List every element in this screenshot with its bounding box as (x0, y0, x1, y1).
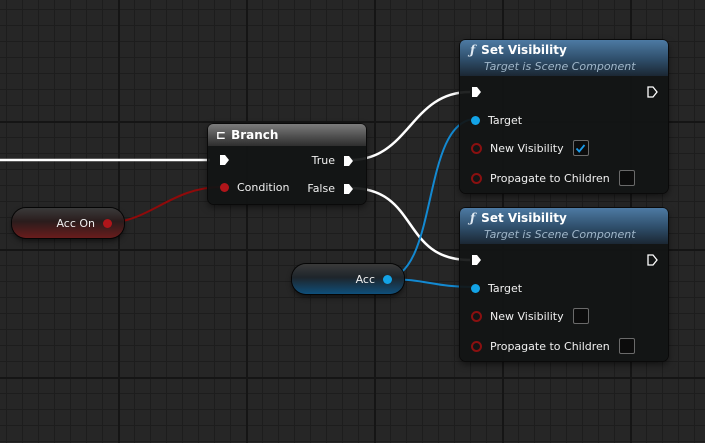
object-pin-icon[interactable] (383, 274, 392, 284)
set-visibility-node-2[interactable]: ƒ Set Visibility Target is Scene Componen… (460, 208, 668, 361)
set-visibility-2-propagate-pin[interactable]: Propagate to Children (471, 338, 635, 354)
exec-pin-icon (344, 155, 353, 166)
branch-false-pin[interactable]: False (307, 182, 354, 195)
new-visibility-label-2: New Visibility (490, 309, 564, 323)
set-visibility-title-1: Set Visibility (481, 43, 567, 57)
bool-pin-icon (220, 183, 229, 192)
set-visibility-subtitle-2: Target is Scene Component (484, 228, 636, 241)
set-visibility-header-1[interactable]: ƒ Set Visibility Target is Scene Componen… (460, 40, 668, 76)
target-label-2: Target (488, 282, 523, 295)
propagate-label-2: Propagate to Children (490, 339, 610, 353)
branch-condition-pin[interactable]: Condition (220, 181, 290, 194)
set-visibility-1-propagate-pin[interactable]: Propagate to Children (471, 170, 635, 186)
set-visibility-title-2: Set Visibility (481, 211, 567, 225)
acc-variable-node[interactable]: Acc (292, 264, 404, 294)
true-label: True (311, 154, 335, 167)
exec-pin-icon (472, 87, 481, 97)
propagate-checkbox-1[interactable] (618, 170, 635, 186)
exec-pin-icon (220, 155, 229, 165)
exec-wire-false (349, 186, 471, 262)
set-visibility-1-new-visibility-pin[interactable]: New Visibility (471, 140, 589, 156)
branch-exec-in[interactable] (219, 154, 230, 166)
new-visibility-checkbox-2[interactable] (572, 308, 589, 324)
set-visibility-1-exec-in[interactable] (471, 86, 482, 98)
false-label: False (307, 182, 335, 195)
exec-pin-out-icon (647, 86, 658, 98)
set-visibility-node-1[interactable]: ƒ Set Visibility Target is Scene Componen… (460, 40, 668, 193)
propagate-checkbox-2[interactable] (618, 338, 635, 354)
bool-pin-icon[interactable] (103, 218, 112, 228)
exec-pin-out-icon (647, 254, 658, 266)
branch-node-header[interactable]: ⊏ Branch (208, 124, 366, 146)
bool-pin-icon (471, 142, 482, 154)
set-visibility-1-target-pin[interactable]: Target (471, 114, 522, 127)
set-visibility-2-target-pin[interactable]: Target (471, 282, 522, 295)
bool-pin-icon (471, 310, 482, 322)
bool-pin-icon (471, 340, 482, 352)
propagate-label-1: Propagate to Children (490, 171, 610, 185)
branch-node-title: Branch (231, 128, 279, 142)
target-label-1: Target (488, 114, 523, 127)
set-visibility-subtitle-1: Target is Scene Component (484, 60, 636, 73)
object-pin-icon (471, 116, 480, 125)
set-visibility-2-exec-in[interactable] (471, 254, 482, 266)
acc-on-variable-node[interactable]: Acc On (12, 208, 124, 238)
exec-wire-true (349, 90, 471, 162)
function-icon: ƒ (470, 43, 476, 57)
function-icon: ƒ (470, 211, 476, 225)
new-visibility-label-1: New Visibility (490, 141, 564, 155)
branch-true-pin[interactable]: True (312, 154, 354, 167)
new-visibility-checkbox-1[interactable] (572, 140, 589, 156)
acc-label: Acc (355, 272, 375, 286)
bool-pin-icon (471, 172, 482, 184)
condition-label: Condition (237, 181, 290, 194)
set-visibility-header-2[interactable]: ƒ Set Visibility Target is Scene Componen… (460, 208, 668, 244)
set-visibility-1-exec-out[interactable] (647, 86, 658, 98)
set-visibility-2-exec-out[interactable] (647, 254, 658, 266)
set-visibility-2-new-visibility-pin[interactable]: New Visibility (471, 308, 589, 324)
branch-node[interactable]: ⊏ Branch Condition True False (208, 124, 366, 204)
exec-pin-icon (472, 255, 481, 265)
checkmark-icon (575, 143, 586, 153)
acc-on-label: Acc On (56, 216, 95, 230)
object-pin-icon (471, 284, 480, 293)
branch-icon: ⊏ (216, 128, 227, 142)
exec-pin-icon (344, 183, 353, 194)
